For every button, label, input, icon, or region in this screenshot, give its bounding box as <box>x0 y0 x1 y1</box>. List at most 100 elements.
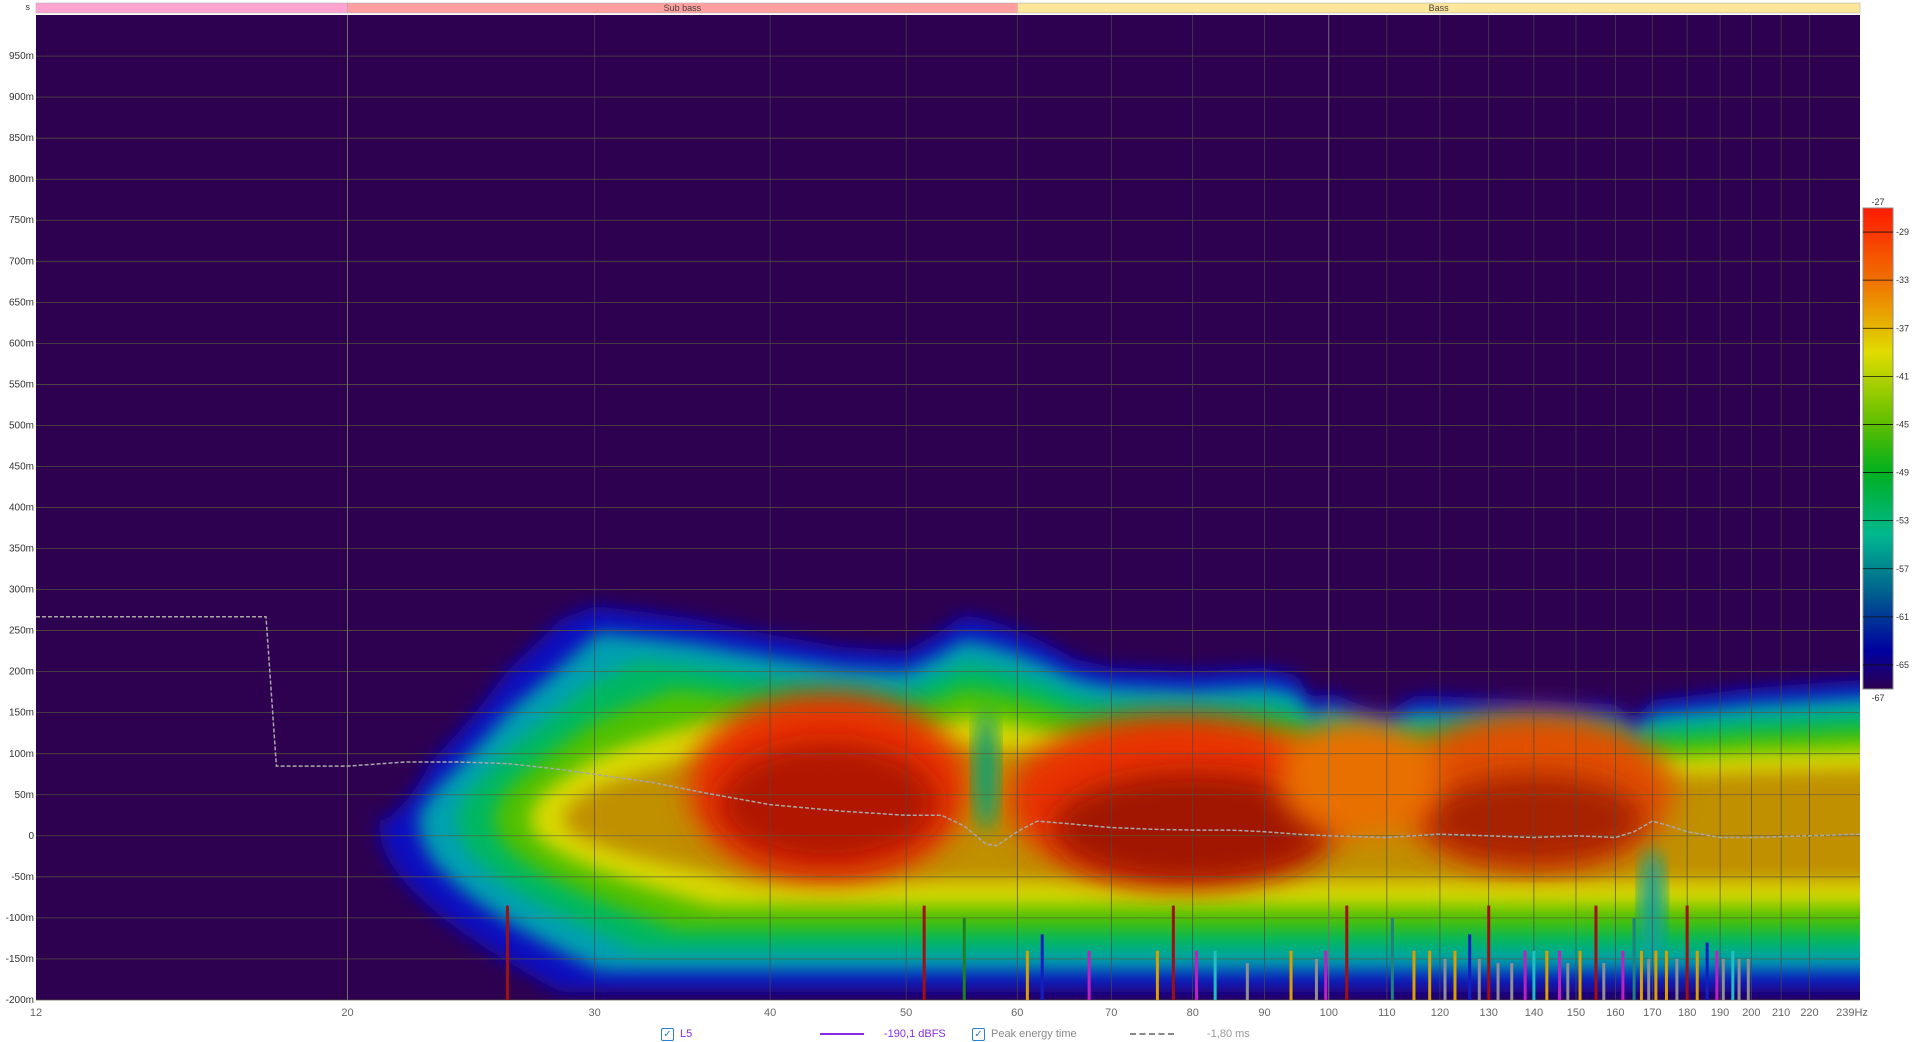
peak-marker <box>1654 950 1658 1000</box>
y-tick-label: 150m <box>9 708 34 719</box>
peak-marker <box>1324 950 1328 1000</box>
y-tick-label: 100m <box>9 749 34 760</box>
peak-marker <box>1428 950 1432 1000</box>
peak-marker <box>1245 963 1249 1000</box>
peak-marker <box>1345 905 1349 1000</box>
peak-marker <box>1621 950 1625 1000</box>
legend-peak-energy-toggle[interactable]: ✓ Peak energy time <box>972 1026 1077 1042</box>
peak-marker <box>1087 950 1091 1000</box>
colorbar-tick-label: -41 <box>1896 371 1909 381</box>
colorbar-tick-label: -53 <box>1896 516 1909 526</box>
peak-marker <box>1040 934 1044 1000</box>
checkbox-checked-icon[interactable]: ✓ <box>972 1027 985 1041</box>
y-tick-label: -200m <box>6 995 34 1006</box>
peak-marker <box>1632 917 1636 1000</box>
heat-hotspot <box>1278 718 1439 839</box>
y-tick-label: 200m <box>9 667 34 678</box>
x-tick-label: 70 <box>1105 1007 1117 1019</box>
peak-marker <box>505 905 509 1000</box>
peak-marker <box>1639 950 1643 1000</box>
heat-hotspot <box>718 743 939 863</box>
peak-marker <box>1731 950 1735 1000</box>
band-low <box>35 2 348 14</box>
x-tick-label: 220 <box>1800 1007 1818 1019</box>
x-tick-label: 110 <box>1378 1007 1396 1019</box>
y-tick-label: 700m <box>9 256 34 267</box>
peak-marker <box>1647 958 1651 1000</box>
x-tick-label: 50 <box>900 1007 912 1019</box>
peak-marker <box>1557 950 1561 1000</box>
x-tick-label: 40 <box>764 1007 776 1019</box>
y-tick-label: 600m <box>9 338 34 349</box>
x-tick-label: 160 <box>1606 1007 1624 1019</box>
peak-energy-label: Peak energy time <box>991 1028 1077 1040</box>
y-tick-label: 850m <box>9 133 34 144</box>
checkbox-checked-icon[interactable]: ✓ <box>661 1027 674 1041</box>
x-tick-label: 130 <box>1480 1007 1498 1019</box>
x-tick-label: 120 <box>1431 1007 1449 1019</box>
x-tick-label: 100 <box>1320 1007 1338 1019</box>
peak-energy-swatch <box>1130 1026 1174 1042</box>
y-tick-label: 300m <box>9 585 34 596</box>
colorbar-tick-label: -29 <box>1896 227 1909 237</box>
peak-marker <box>1171 905 1175 1000</box>
peak-marker <box>1155 950 1159 1000</box>
y-tick-label: 0 <box>28 831 34 842</box>
x-tick-label: 90 <box>1258 1007 1270 1019</box>
x-tick-label: 140 <box>1525 1007 1543 1019</box>
x-tick-label: 200 <box>1742 1007 1760 1019</box>
colorbar-tick-label: -37 <box>1896 323 1909 333</box>
colorbar-tick-label: -61 <box>1896 612 1909 622</box>
peak-marker <box>1314 958 1318 1000</box>
peak-marker <box>1675 958 1679 1000</box>
peak-marker <box>1390 917 1394 1000</box>
colorbar-min-label: -67 <box>1871 693 1884 703</box>
peak-marker <box>1412 950 1416 1000</box>
band-label: Sub bass <box>664 3 702 13</box>
y-tick-label: 900m <box>9 92 34 103</box>
y-tick-label: -150m <box>6 954 34 965</box>
frequency-bands: s Sub bass Bass <box>26 2 1861 14</box>
peak-marker <box>1510 963 1514 1000</box>
series-value: -190,1 dBFS <box>884 1028 946 1040</box>
y-tick-label: 550m <box>9 379 34 390</box>
peak-marker <box>1602 963 1606 1000</box>
peak-marker <box>1468 934 1472 1000</box>
peak-marker <box>1453 950 1457 1000</box>
peak-marker <box>1705 942 1709 1000</box>
x-tick-label: 30 <box>589 1007 601 1019</box>
x-tick-label: 239Hz <box>1836 1007 1868 1019</box>
peak-energy-value: -1,80 ms <box>1207 1028 1250 1040</box>
peak-marker <box>1721 958 1725 1000</box>
heat-notch <box>974 710 999 831</box>
x-tick-label: 180 <box>1678 1007 1696 1019</box>
y-tick-label: -50m <box>11 872 34 883</box>
peak-marker <box>1025 950 1029 1000</box>
x-tick-label: 210 <box>1772 1007 1790 1019</box>
colorbar-tick-label: -65 <box>1896 660 1909 670</box>
y-tick-label: 500m <box>9 420 34 431</box>
y-tick-label: 950m <box>9 51 34 62</box>
peak-marker <box>962 917 966 1000</box>
spectrogram-chart: s Sub bass Bass 950m 900m 850m 800m 750m 700m 65… <box>6 2 1909 1019</box>
colorbar: -27 -67 -29 -33 -37 -41 -45 -49 -53 -57 -61 -65 <box>1862 197 1909 703</box>
peak-marker <box>1685 905 1689 1000</box>
y-tick-label: 350m <box>9 544 34 555</box>
legend-series-toggle[interactable]: ✓ L5 <box>661 1026 692 1042</box>
y-tick-label: 250m <box>9 626 34 637</box>
y-tick-label: -100m <box>6 913 34 924</box>
peak-marker <box>1213 950 1217 1000</box>
peak-marker <box>1545 950 1549 1000</box>
peak-marker <box>1523 950 1527 1000</box>
peak-marker <box>1746 958 1750 1000</box>
series-label: L5 <box>680 1028 693 1040</box>
series-line-swatch <box>820 1026 864 1042</box>
x-tick-label: 150 <box>1567 1007 1585 1019</box>
band-label: Bass <box>1429 3 1450 13</box>
peak-marker <box>1737 958 1741 1000</box>
peak-marker <box>1578 950 1582 1000</box>
peak-marker <box>1496 963 1500 1000</box>
colorbar-tick-label: -49 <box>1896 468 1909 478</box>
peak-marker <box>1715 950 1719 1000</box>
colorbar-max-label: -27 <box>1871 197 1884 207</box>
